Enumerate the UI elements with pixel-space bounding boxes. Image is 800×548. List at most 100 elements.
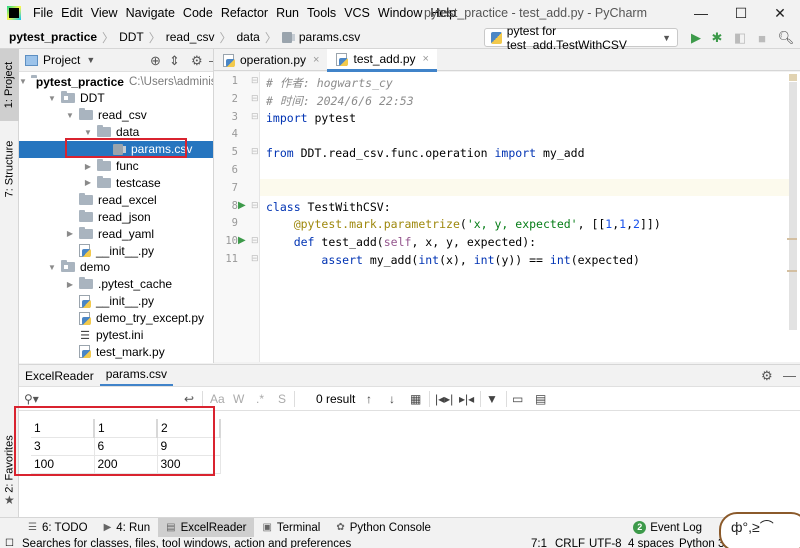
line-ending[interactable]: CRLF [555, 537, 585, 548]
tree-item[interactable]: ☰ pytest.ini [19, 327, 213, 344]
debug-icon[interactable]: ✱ [708, 29, 726, 47]
search-icon[interactable]: ⚲▾ [24, 392, 39, 406]
shrink-columns-icon[interactable]: ▸|◂ [459, 392, 474, 406]
tab-params-csv[interactable]: params.csv [99, 365, 174, 387]
tab-test-add-py[interactable]: test_add.py × [327, 49, 437, 72]
breadcrumb-item[interactable]: pytest_practice [9, 30, 97, 44]
project-view-select[interactable]: Project [43, 53, 80, 67]
collapse-arrow-icon[interactable]: ▶ [65, 229, 75, 238]
tree-item[interactable]: __init__.py [19, 293, 213, 310]
menu-view[interactable]: View [87, 6, 122, 20]
wrap-icon[interactable]: ↩ [184, 392, 194, 406]
breadcrumb-item[interactable]: data [236, 30, 259, 44]
gear-icon[interactable]: ⚙ [761, 368, 773, 384]
status-icon[interactable]: ☐ [5, 537, 14, 548]
menu-file[interactable]: File [29, 6, 57, 20]
code-editor[interactable]: 1 ⊟ 2 ⊟ 3 ⊟ 4 5 ⊟ 6 7 8 ▶ ⊟ 9 10 ▶ ⊟ 11 ⊟ # 作者: hogwarts_cy… [214, 72, 800, 362]
select-all-occurrences-icon[interactable]: ▦ [410, 392, 421, 406]
scroll-marker[interactable] [787, 270, 797, 272]
run-test-icon[interactable]: ▶ [238, 200, 246, 211]
tree-item[interactable]: ▶ read_yaml [19, 225, 213, 242]
tree-item[interactable]: ▼ pytest_practice C:\Users\adminis [19, 73, 213, 90]
breadcrumb-item[interactable]: read_csv [166, 30, 215, 44]
expand-arrow-icon[interactable]: ▼ [83, 128, 93, 137]
minimize-button[interactable]: — [689, 2, 713, 24]
fold-icon[interactable]: ⊟ [251, 200, 259, 211]
fold-icon[interactable]: ⊟ [251, 111, 259, 122]
chevron-down-icon[interactable]: ▼ [86, 55, 95, 65]
stop-icon[interactable]: ■ [753, 29, 771, 47]
close-button[interactable]: ✕ [768, 2, 792, 24]
fold-icon[interactable]: ⊟ [251, 75, 259, 86]
selection-toggle[interactable]: S [278, 392, 286, 406]
maximize-button[interactable]: ☐ [729, 2, 753, 24]
indent-setting[interactable]: 4 spaces [628, 537, 674, 548]
run-tool-button[interactable]: ▶ 4: Run [96, 518, 159, 538]
close-icon[interactable]: × [423, 53, 429, 65]
inspection-status-icon[interactable] [789, 74, 797, 81]
event-log-button[interactable]: 2 Event Log [625, 518, 710, 538]
file-encoding[interactable]: UTF-8 [589, 537, 622, 548]
menu-navigate[interactable]: Navigate [122, 6, 179, 20]
run-configuration-select[interactable]: pytest for test_add.TestWithCSV ▼ [484, 24, 678, 52]
tree-item[interactable]: ▶ func [19, 158, 213, 175]
menu-window[interactable]: Window [374, 6, 426, 20]
expand-arrow-icon[interactable]: ▼ [47, 94, 57, 103]
scroll-marker[interactable] [787, 238, 797, 240]
tree-item[interactable]: test_mark.py [19, 343, 213, 360]
fold-icon[interactable]: ⊟ [251, 235, 259, 246]
tree-item[interactable]: ▶ testcase [19, 174, 213, 191]
tree-item[interactable]: read_excel [19, 191, 213, 208]
open-folder-icon[interactable]: ▭ [512, 392, 523, 406]
menu-code[interactable]: Code [179, 6, 217, 20]
run-icon[interactable]: ▶ [687, 29, 705, 47]
regex-toggle[interactable]: .* [256, 392, 264, 406]
tab-operation-py[interactable]: operation.py × [214, 49, 327, 71]
hide-icon[interactable]: — [783, 368, 796, 383]
python-console-tool-button[interactable]: ✿ Python Console [328, 518, 439, 538]
tab-excelreader[interactable]: ExcelReader [19, 365, 100, 387]
menu-edit[interactable]: Edit [57, 6, 87, 20]
menu-run[interactable]: Run [272, 6, 303, 20]
caret-position[interactable]: 7:1 [531, 537, 547, 548]
close-icon[interactable]: × [313, 54, 319, 66]
filter-icon[interactable]: ▼ [486, 392, 498, 406]
menu-vcs[interactable]: VCS [340, 6, 374, 20]
tree-item[interactable]: __init__.py [19, 242, 213, 259]
collapse-arrow-icon[interactable]: ▶ [65, 280, 75, 289]
expand-arrow-icon[interactable]: ▼ [65, 111, 75, 120]
run-with-coverage-icon[interactable]: ◧ [731, 29, 749, 47]
excelreader-tool-button[interactable]: ▤ ExcelReader [158, 517, 255, 538]
tree-item[interactable]: demo_try_except.py [19, 310, 213, 327]
expand-arrow-icon[interactable]: ▼ [47, 263, 57, 272]
fold-icon[interactable]: ⊟ [251, 93, 259, 104]
menu-tools[interactable]: Tools [303, 6, 340, 20]
locate-icon[interactable]: ⊕ [150, 53, 161, 69]
match-case-toggle[interactable]: Aa [210, 392, 225, 406]
menu-refactor[interactable]: Refactor [217, 6, 272, 20]
tree-item[interactable]: ▼ demo [19, 259, 213, 276]
tree-item[interactable]: ▶ .pytest_cache [19, 276, 213, 293]
collapse-all-icon[interactable]: ⇕ [169, 53, 180, 69]
breadcrumb-item[interactable]: DDT [119, 30, 144, 44]
search-icon[interactable]: 🔍︎ [777, 29, 795, 47]
terminal-tool-button[interactable]: ▣ Terminal [254, 518, 328, 538]
collapse-arrow-icon[interactable]: ▶ [83, 162, 93, 171]
next-occurrence-icon[interactable]: ↓ [389, 392, 395, 406]
expand-arrow-icon[interactable]: ▼ [19, 77, 27, 86]
tree-item[interactable]: read_json [19, 208, 213, 225]
previous-occurrence-icon[interactable]: ↑ [366, 392, 372, 406]
tree-item[interactable]: ▼ DDT [19, 90, 213, 107]
collapse-arrow-icon[interactable]: ▶ [83, 178, 93, 187]
gear-icon[interactable]: ⚙ [191, 53, 203, 69]
project-tool-tab[interactable]: 1: Project [0, 49, 19, 121]
expand-columns-icon[interactable]: |◂▸| [435, 392, 453, 406]
breadcrumb-item[interactable]: params.csv [299, 30, 360, 44]
excel-export-icon[interactable]: ▤ [535, 392, 546, 406]
fold-icon[interactable]: ⊟ [251, 253, 259, 264]
todo-tool-button[interactable]: ☰ 6: TODO [20, 518, 96, 538]
structure-tool-tab[interactable]: 7: Structure [0, 125, 19, 213]
fold-icon[interactable]: ⊟ [251, 146, 259, 157]
whole-words-toggle[interactable]: W [233, 392, 244, 406]
editor-scrollbar[interactable] [789, 82, 797, 330]
